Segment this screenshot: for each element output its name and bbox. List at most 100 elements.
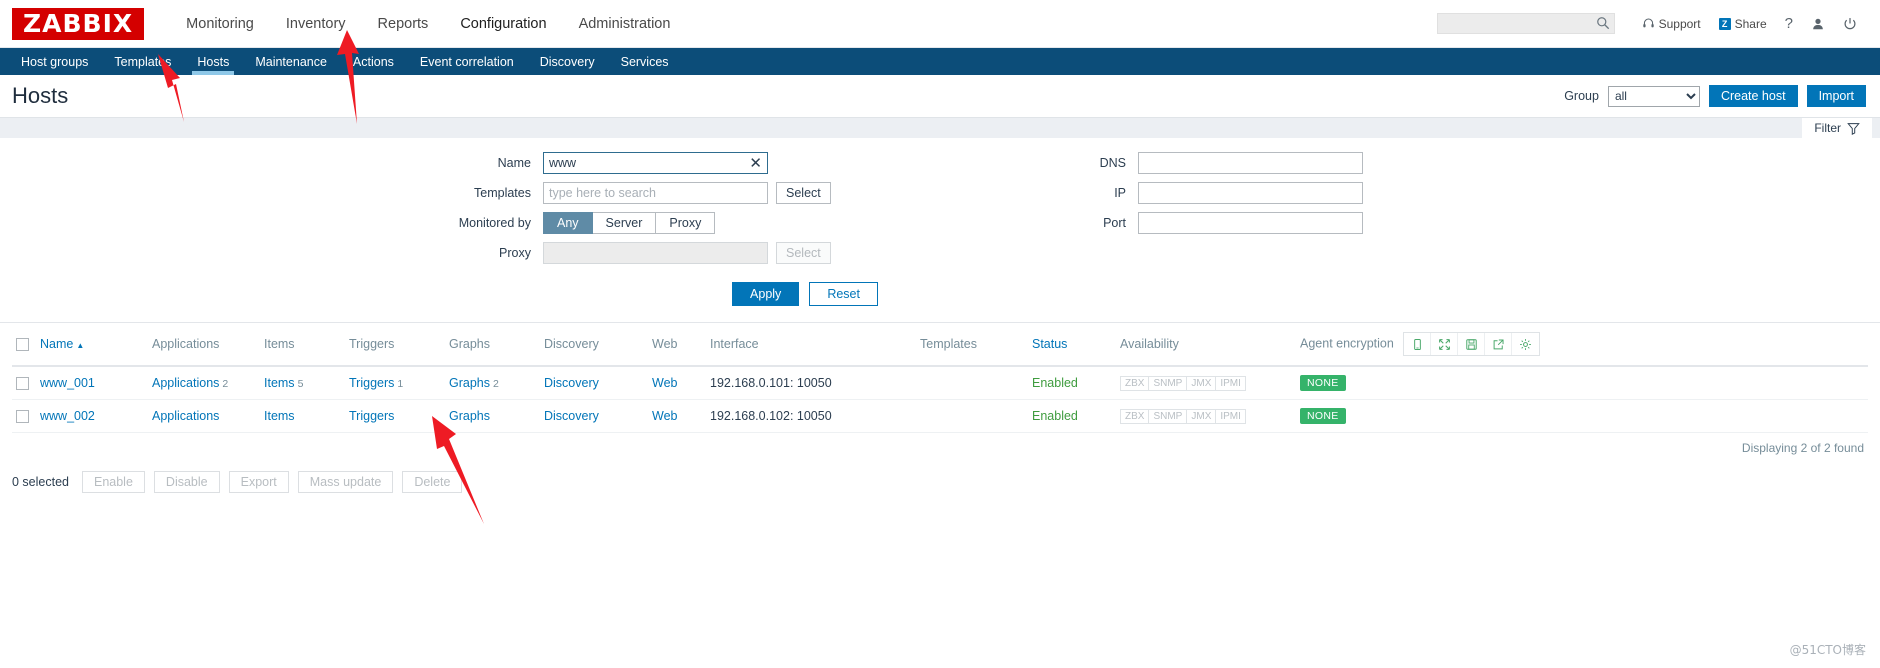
items-link[interactable]: Items	[264, 376, 295, 390]
graphs-link[interactable]: Graphs	[449, 409, 490, 423]
host-name-link[interactable]: www_001	[40, 376, 95, 390]
host-name-link[interactable]: www_002	[40, 409, 95, 423]
share-label: Share	[1734, 16, 1767, 31]
monitored-by-option-proxy[interactable]: Proxy	[656, 212, 716, 234]
reset-button[interactable]: Reset	[809, 282, 878, 306]
status-link[interactable]: Enabled	[1032, 376, 1078, 390]
page-title-row: Hosts Group all Create host Import	[0, 75, 1880, 117]
share-link[interactable]: Z Share	[1710, 17, 1776, 31]
nav-item-inventory[interactable]: Inventory	[270, 10, 362, 38]
help-link[interactable]: ?	[1776, 15, 1802, 32]
subnav-item-discovery[interactable]: Discovery	[527, 48, 608, 75]
cell-availability: ZBX SNMP JMX IPMI	[1116, 366, 1296, 400]
column-header-items: Items	[260, 323, 345, 367]
mobile-icon[interactable]	[1404, 333, 1432, 355]
graphs-link[interactable]: Graphs	[449, 376, 490, 390]
create-host-button[interactable]: Create host	[1708, 85, 1798, 107]
filter-tab[interactable]: Filter	[1802, 118, 1872, 138]
header-right-tools: Support Z Share ?	[1436, 13, 1866, 34]
applications-link[interactable]: Applications	[152, 409, 219, 423]
subnav-item-actions[interactable]: Actions	[340, 48, 407, 75]
subnav-item-services[interactable]: Services	[608, 48, 682, 75]
web-link[interactable]: Web	[652, 376, 677, 390]
share-badge-icon: Z	[1718, 17, 1731, 30]
global-search[interactable]	[1436, 13, 1615, 34]
cell-interface: 192.168.0.101: 10050	[706, 366, 916, 400]
table-header-row: Name ▲ Applications Items Triggers Graphs…	[12, 323, 1868, 367]
column-header-web: Web	[648, 323, 706, 367]
signout-link[interactable]	[1834, 17, 1866, 31]
search-icon	[1596, 17, 1609, 30]
status-link[interactable]: Enabled	[1032, 409, 1078, 423]
clear-name-icon[interactable]: ✕	[749, 154, 762, 172]
column-label-agent-encryption: Agent encryption	[1300, 336, 1394, 351]
user-profile-link[interactable]	[1802, 17, 1834, 31]
nav-item-monitoring[interactable]: Monitoring	[170, 10, 270, 38]
nav-item-administration[interactable]: Administration	[563, 10, 687, 38]
import-button[interactable]: Import	[1806, 85, 1866, 107]
row-checkbox[interactable]	[16, 377, 29, 391]
subnav-item-host-groups[interactable]: Host groups	[8, 48, 101, 75]
subnav-item-maintenance[interactable]: Maintenance	[242, 48, 340, 75]
name-input[interactable]	[543, 152, 768, 174]
ip-input[interactable]	[1138, 182, 1363, 204]
filter-field-dns: DNS	[940, 152, 1505, 174]
cell-items: Items	[260, 399, 345, 433]
expand-icon[interactable]	[1431, 333, 1459, 355]
filter-column-left: Name ✕ Templates Select Monitored by Any…	[375, 152, 940, 264]
filter-column-right: DNS IP Port	[940, 152, 1505, 264]
power-icon	[1844, 17, 1856, 29]
web-link[interactable]: Web	[652, 409, 677, 423]
filter-tab-label: Filter	[1814, 121, 1841, 135]
row-checkbox[interactable]	[16, 410, 29, 424]
support-link[interactable]: Support	[1633, 17, 1710, 31]
cell-interface: 192.168.0.102: 10050	[706, 399, 916, 433]
monitored-by-option-server[interactable]: Server	[592, 212, 657, 234]
triggers-link[interactable]: Triggers	[349, 409, 394, 423]
triggers-count: 1	[397, 378, 404, 390]
apply-button[interactable]: Apply	[732, 282, 800, 306]
availability-zbx: ZBX	[1120, 409, 1149, 424]
hosts-table-body: www_001 Applications 2 Items 5 Triggers 1 G…	[12, 366, 1868, 433]
zabbix-logo[interactable]: ZABBIX	[12, 7, 145, 40]
templates-select-button[interactable]: Select	[776, 182, 831, 204]
applications-link[interactable]: Applications	[152, 376, 219, 390]
column-header-applications: Applications	[148, 323, 260, 367]
cell-applications: Applications	[148, 399, 260, 433]
items-link[interactable]: Items	[264, 409, 295, 423]
subnav-item-event-correlation[interactable]: Event correlation	[407, 48, 527, 75]
monitored-by-option-any[interactable]: Any	[543, 212, 593, 234]
triggers-link[interactable]: Triggers	[349, 376, 394, 390]
gear-icon[interactable]	[1512, 333, 1539, 355]
funnel-icon	[1847, 122, 1860, 135]
name-label: Name	[497, 156, 531, 170]
port-input[interactable]	[1138, 212, 1363, 234]
cell-graphs: Graphs	[445, 399, 540, 433]
external-link-icon[interactable]	[1485, 333, 1513, 355]
dns-input[interactable]	[1138, 152, 1363, 174]
subnav-item-templates[interactable]: Templates	[101, 48, 184, 75]
select-all-checkbox[interactable]	[16, 338, 29, 352]
nav-item-configuration[interactable]: Configuration	[444, 10, 562, 38]
cell-status: Enabled	[1028, 366, 1116, 400]
filter-field-monitored-by: Monitored by Any Server Proxy	[375, 212, 940, 234]
filter-actions: Apply Reset	[0, 282, 1880, 306]
search-input[interactable]	[1436, 13, 1615, 34]
subnav-item-hosts[interactable]: Hosts	[184, 48, 242, 75]
cell-discovery: Discovery	[540, 399, 648, 433]
table-header-icon-group	[1403, 332, 1541, 356]
nav-item-reports[interactable]: Reports	[362, 10, 445, 38]
filter-tab-row: Filter	[0, 117, 1880, 138]
hosts-table: Name ▲ Applications Items Triggers Graphs…	[12, 323, 1868, 433]
group-select[interactable]: all	[1607, 85, 1700, 107]
discovery-link[interactable]: Discovery	[544, 409, 599, 423]
column-header-status[interactable]: Status	[1028, 323, 1116, 367]
cell-graphs: Graphs 2	[445, 366, 540, 400]
templates-input[interactable]	[543, 182, 768, 204]
availability-jmx: JMX	[1186, 376, 1216, 391]
column-header-name[interactable]: Name ▲	[36, 323, 148, 367]
discovery-link[interactable]: Discovery	[544, 376, 599, 390]
cell-agent-encryption: NONE	[1296, 399, 1868, 433]
hosts-table-wrap: Name ▲ Applications Items Triggers Graphs…	[0, 323, 1880, 461]
save-icon[interactable]	[1458, 333, 1486, 355]
